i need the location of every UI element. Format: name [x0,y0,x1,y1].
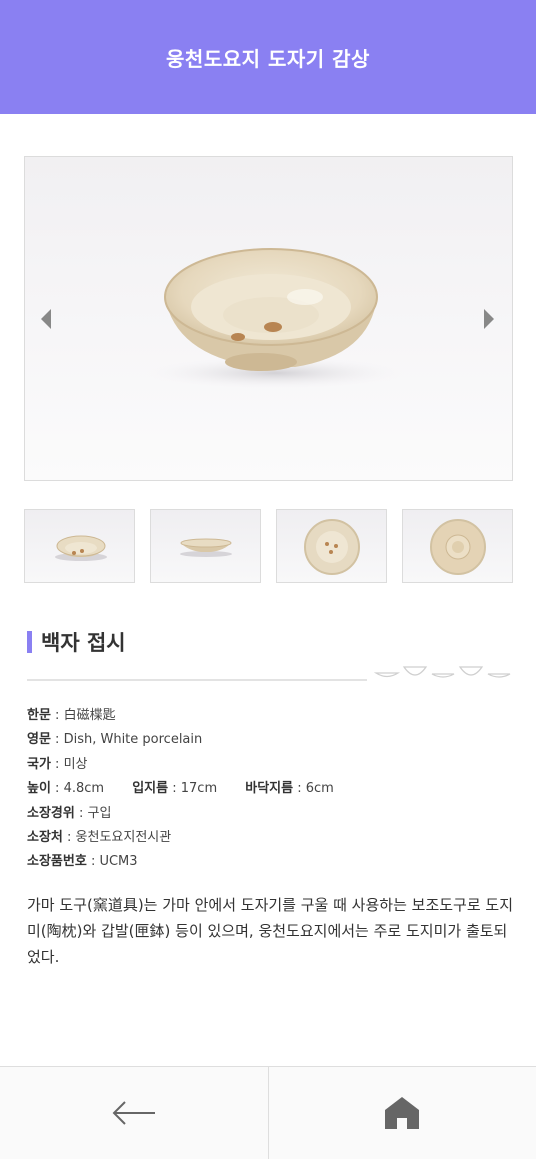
bowl-thumbnail-inside-view [304,519,360,575]
bowl-photo [145,248,405,389]
chevron-left-icon [41,309,51,329]
page-title: 웅천도요지 도자기 감상 [166,46,370,71]
number-label: 소장품번호 [27,854,87,870]
country-value: 미상 [63,756,88,772]
height-label: 높이 [27,781,51,797]
item-name: 백자 접시 [41,631,126,655]
bottom-nav [0,1066,536,1159]
base-diameter-label: 바닥지름 [245,781,294,797]
english-label: 영문 [27,732,51,748]
thumbnail-3[interactable] [276,509,387,583]
info-row-hanmun: 한문 : 白磁楪匙 [27,708,116,723]
info-row-english: 영문 : Dish, White porcelain [27,732,203,748]
info-row-dimensions: 높이 : 4.8cm 입지름 : 17cm 바닥지름 : 6cm [27,781,334,797]
thumbnail-4[interactable] [402,509,513,583]
thumbnail-strip [24,509,513,583]
back-button[interactable] [0,1067,269,1159]
info-row-location: 소장처 : 웅천도요지전시관 [27,829,172,845]
item-description: 가마 도구(窯道具)는 가마 안에서 도자기를 구울 때 사용하는 보조도구로 … [27,896,514,966]
bowl-thumbnail-side-view [180,538,232,557]
bowl-outline-icons [374,666,511,678]
home-icon [385,1097,420,1129]
location-label: 소장처 [27,829,63,845]
item-title-block: 백자 접시 [27,628,126,656]
home-button[interactable] [269,1067,536,1159]
mouth-diameter-label: 입지름 [132,781,169,797]
title-divider [27,679,367,681]
chevron-right-icon [484,309,494,329]
number-value: UCM3 [99,854,138,870]
info-row-acquisition: 소장경위 : 구입 [27,805,112,821]
bowl-thumbnail-top-view [55,535,107,561]
prev-image-button[interactable] [35,307,59,331]
base-diameter-value: 6cm [305,781,334,797]
english-value: Dish, White porcelain [63,732,203,748]
info-row-number: 소장품번호 : UCM3 [27,854,138,870]
app-header: 웅천도요지 도자기 감상 [0,0,536,114]
height-value: 4.8cm [63,781,105,797]
next-image-button[interactable] [476,307,500,331]
accent-bar [27,631,32,653]
hanmun-value: 白磁楪匙 [63,708,116,723]
bowl-thumbnail-base-view [430,519,486,575]
location-value: 웅천도요지전시관 [75,829,172,845]
item-info: 한문 : 白磁楪匙 영문 : Dish, White porcelain 국가 … [27,706,517,877]
info-row-country: 국가 : 미상 [27,756,88,772]
main-image-viewer[interactable] [24,156,513,481]
thumbnail-1[interactable] [24,509,135,583]
mouth-diameter-value: 17cm [180,781,218,797]
country-label: 국가 [27,756,51,772]
acquisition-label: 소장경위 [27,805,75,821]
hanmun-label: 한문 [27,708,51,723]
arrow-left-icon [112,1101,155,1125]
acquisition-value: 구입 [87,805,112,821]
thumbnail-2[interactable] [150,509,261,583]
